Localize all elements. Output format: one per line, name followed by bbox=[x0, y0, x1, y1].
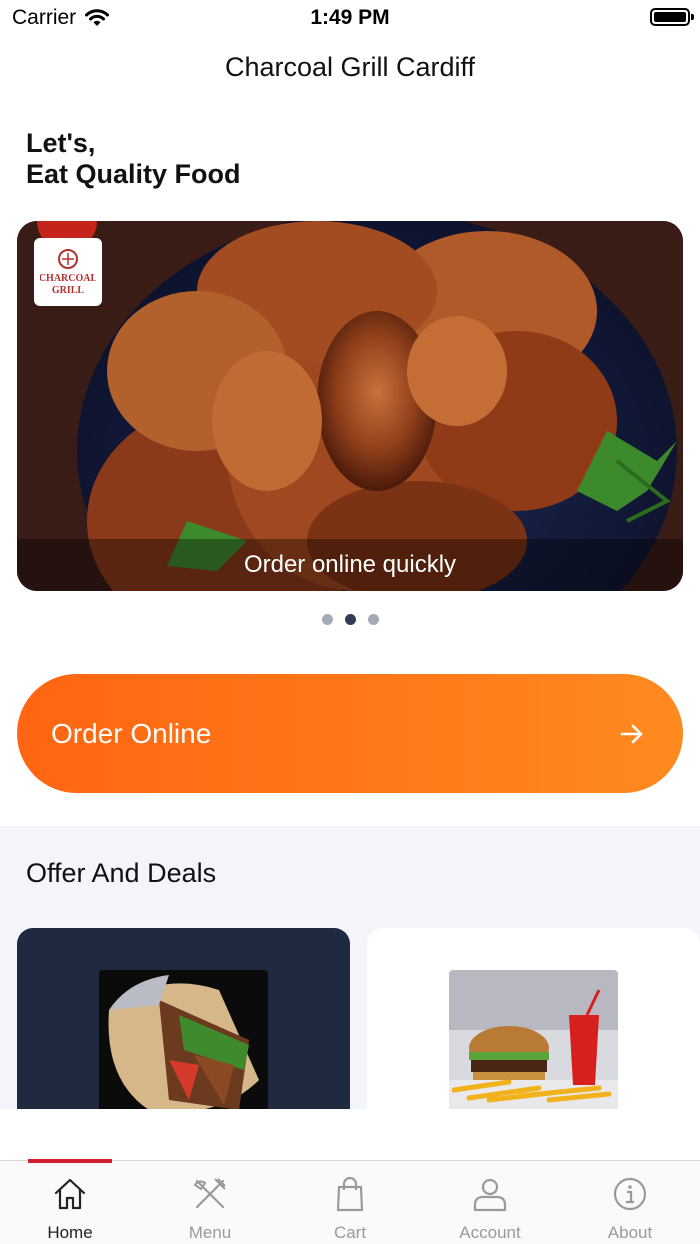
hero-caption: Order online quickly bbox=[243, 551, 457, 578]
order-online-button[interactable]: Order Online bbox=[17, 674, 683, 793]
grilled-chicken-image bbox=[17, 221, 683, 591]
arrow-right-icon bbox=[620, 724, 643, 743]
carousel-dot-1[interactable] bbox=[321, 614, 333, 625]
tab-home[interactable]: Home bbox=[0, 1159, 140, 1244]
tab-about[interactable]: About bbox=[560, 1161, 700, 1244]
page-title: Charcoal Grill Cardiff bbox=[224, 52, 476, 82]
svg-text:GRILL: GRILL bbox=[52, 285, 85, 296]
restaurant-logo: CHARCOAL GRILL bbox=[34, 238, 102, 306]
charcoal-grill-logo: CHARCOAL GRILL bbox=[40, 249, 96, 296]
offer-card-burger[interactable] bbox=[367, 928, 700, 1109]
carousel-dot-3[interactable] bbox=[367, 614, 379, 625]
order-online-label: Order Online bbox=[51, 717, 212, 749]
offers-section: Offer And Deals bbox=[0, 826, 700, 1109]
tab-about-label: About bbox=[607, 1223, 653, 1242]
tab-menu-label: Menu bbox=[188, 1223, 232, 1242]
offer-card-wrap[interactable] bbox=[17, 928, 350, 1109]
greeting-line-2: Eat Quality Food bbox=[26, 159, 241, 189]
info-icon bbox=[613, 1177, 647, 1211]
carousel-dot-2[interactable] bbox=[344, 614, 356, 625]
shopping-bag-icon bbox=[336, 1176, 364, 1212]
home-icon bbox=[54, 1178, 86, 1210]
greeting-line-1: Let's, bbox=[26, 128, 96, 158]
active-tab-indicator bbox=[28, 1159, 112, 1163]
offers-title: Offer And Deals bbox=[26, 858, 217, 888]
bottom-tab-bar: Home Menu Cart Account About bbox=[0, 1159, 700, 1244]
tab-menu[interactable]: Menu bbox=[140, 1161, 280, 1244]
status-time: 1:49 PM bbox=[310, 6, 390, 29]
wrap-image bbox=[99, 970, 268, 1109]
fork-knife-icon bbox=[193, 1178, 226, 1209]
greeting-heading: Let's, Eat Quality Food bbox=[26, 128, 241, 190]
tab-home-label: Home bbox=[47, 1223, 93, 1242]
svg-text:CHARCOAL: CHARCOAL bbox=[40, 273, 96, 284]
burger-image bbox=[449, 970, 618, 1109]
tab-account[interactable]: Account bbox=[420, 1161, 560, 1244]
user-icon bbox=[473, 1178, 507, 1212]
tab-account-label: Account bbox=[459, 1223, 521, 1242]
hero-banner[interactable]: CHARCOAL GRILL Order online quickly bbox=[17, 221, 683, 591]
tab-cart-label: Cart bbox=[333, 1223, 367, 1242]
status-bar: Carrier 1:49 PM bbox=[0, 0, 700, 36]
tab-cart[interactable]: Cart bbox=[280, 1161, 420, 1244]
carousel-pagination[interactable] bbox=[0, 614, 700, 625]
battery-icon bbox=[650, 8, 694, 26]
